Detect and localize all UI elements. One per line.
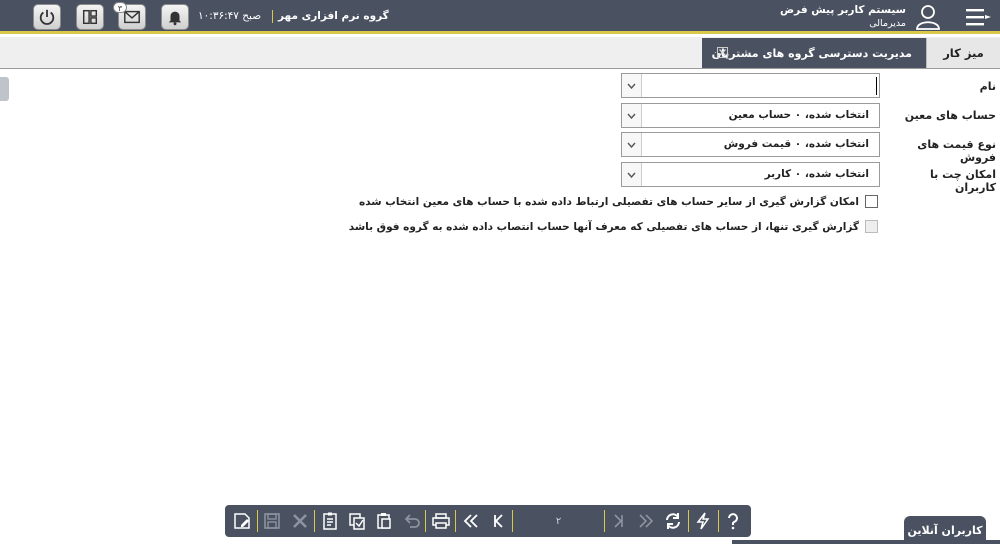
- accounts-value: انتخاب شده، ۰ حساب معین: [728, 109, 869, 121]
- first-page-icon: [463, 514, 478, 528]
- help-icon: [728, 513, 739, 530]
- undo-icon: [404, 514, 420, 528]
- name-field[interactable]: [621, 73, 880, 98]
- print-button[interactable]: [427, 508, 454, 534]
- help-button[interactable]: [720, 508, 747, 534]
- chevron-down-icon: [627, 113, 636, 119]
- company-name: گروه نرم افزاری مهر: [278, 10, 389, 22]
- chevron-down-icon: [627, 142, 636, 148]
- delete-x-icon: [292, 514, 307, 528]
- new-record-button[interactable]: [229, 508, 256, 534]
- edit-button[interactable]: [316, 508, 343, 534]
- mail-badge: ۳: [113, 2, 127, 13]
- online-users-tab[interactable]: کاربران آنلاین: [904, 516, 986, 544]
- first-page-button[interactable]: [457, 508, 484, 534]
- tab-desktop[interactable]: میز کار: [926, 38, 1000, 68]
- top-header: سیستم کاربر پیش فرض مدیرمالی ۳ ۱۰:۳۶:۴۷ …: [0, 0, 1000, 34]
- copy-button[interactable]: [343, 508, 370, 534]
- chevron-down-icon: [627, 172, 636, 178]
- power-button[interactable]: [33, 4, 61, 30]
- lightning-icon: [696, 512, 710, 530]
- next-page-button[interactable]: [606, 508, 633, 534]
- check-row-related-accounts: امکان گزارش گیری از سایر حساب های تفصیلی…: [359, 195, 878, 208]
- last-page-icon: [639, 514, 654, 528]
- related-accounts-checkbox[interactable]: [865, 195, 878, 208]
- price-types-select[interactable]: انتخاب شده، ۰ قیمت فروش: [621, 132, 880, 157]
- refresh-button[interactable]: [660, 508, 687, 534]
- price-types-value: انتخاب شده، ۰ قیمت فروش: [723, 138, 869, 150]
- tab-bar: میز کار مدیریت دسترسی گروه های مشتریان: [0, 37, 1000, 69]
- tab-customer-group-access[interactable]: مدیریت دسترسی گروه های مشتریان: [702, 38, 926, 68]
- paste-button[interactable]: [370, 508, 397, 534]
- paste-icon: [376, 513, 391, 529]
- page-number-field[interactable]: ۲: [514, 509, 603, 533]
- edit-document-icon: [322, 512, 337, 530]
- related-accounts-label: امکان گزارش گیری از سایر حساب های تفصیلی…: [359, 195, 859, 208]
- check-row-assigned-only: گزارش گیری تنها، از حساب های تفصیلی که م…: [349, 220, 878, 233]
- side-panel-handle[interactable]: [0, 77, 9, 101]
- chat-dropdown-button[interactable]: [622, 163, 642, 186]
- accounts-select[interactable]: انتخاب شده، ۰ حساب معین: [621, 103, 880, 128]
- copy-icon: [348, 513, 365, 530]
- user-avatar-icon[interactable]: [916, 4, 940, 30]
- new-document-icon: [234, 513, 251, 529]
- messages-button[interactable]: ۳: [113, 2, 146, 30]
- tab-label: مدیریت دسترسی گروه های مشتریان: [711, 46, 912, 60]
- chat-users-select[interactable]: انتخاب شده، ۰ کاربر: [621, 162, 880, 187]
- user-role: مدیرمالی: [869, 18, 906, 29]
- assigned-only-checkbox[interactable]: [865, 220, 878, 233]
- price-types-label: نوع قیمت های فروش: [917, 138, 996, 164]
- dashboard-button[interactable]: [76, 4, 104, 30]
- chevron-down-icon: [627, 83, 636, 89]
- prev-page-icon: [493, 514, 503, 528]
- quick-action-button[interactable]: [690, 508, 717, 534]
- chat-label: امکان چت با کاربران: [930, 168, 996, 194]
- close-icon[interactable]: [717, 47, 728, 58]
- last-page-button[interactable]: [633, 508, 660, 534]
- system-title: سیستم کاربر پیش فرض: [780, 4, 906, 16]
- save-icon: [264, 513, 281, 529]
- delete-button[interactable]: [286, 508, 313, 534]
- next-page-icon: [614, 514, 624, 528]
- notifications-button[interactable]: [161, 4, 189, 30]
- undo-button[interactable]: [397, 508, 424, 534]
- power-icon: [39, 9, 55, 25]
- bottom-toolbar: ۲: [225, 505, 751, 537]
- clock-time: ۱۰:۳۶:۴۷ صبح: [198, 10, 262, 22]
- accounts-label: حساب های معین: [904, 109, 996, 122]
- name-value: [642, 74, 879, 97]
- prev-page-button[interactable]: [484, 508, 511, 534]
- name-label: نام: [979, 80, 996, 93]
- refresh-icon: [666, 513, 681, 529]
- chat-value: انتخاب شده، ۰ کاربر: [764, 168, 869, 180]
- price-types-dropdown-button[interactable]: [622, 133, 642, 156]
- accounts-dropdown-button[interactable]: [622, 104, 642, 127]
- menu-toggle-icon[interactable]: [964, 6, 992, 28]
- assigned-only-label: گزارش گیری تنها، از حساب های تفصیلی که م…: [348, 220, 859, 233]
- bell-icon: [168, 11, 182, 26]
- grid-layout-icon: [82, 9, 98, 25]
- name-dropdown-button[interactable]: [622, 74, 642, 97]
- save-button[interactable]: [259, 508, 286, 534]
- printer-icon: [431, 513, 450, 529]
